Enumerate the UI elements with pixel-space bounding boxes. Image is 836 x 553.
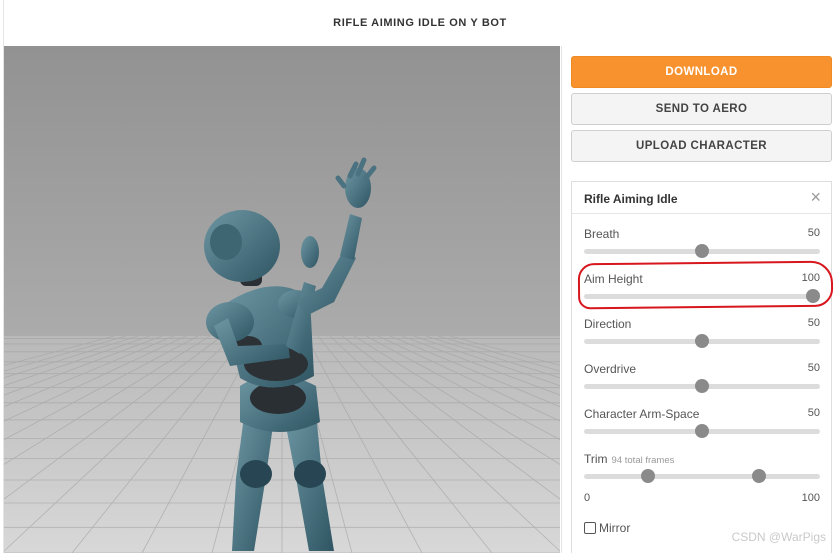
header-bar: RIFLE AIMING IDLE ON Y BOT (4, 0, 836, 46)
param-label: Direction (584, 317, 632, 331)
trim-total-frames: 94 total frames (611, 455, 675, 466)
3d-viewport[interactable] (4, 46, 560, 553)
param-value: 50 (807, 227, 820, 239)
send-to-aero-button[interactable]: SEND TO AERO (571, 93, 832, 125)
trim-track[interactable] (584, 474, 820, 479)
trim-label: Trim 94 total frames (584, 452, 674, 466)
param-direction: Direction 50 (584, 317, 820, 357)
param-label: Overdrive (584, 362, 637, 376)
page-title: RIFLE AIMING IDLE ON Y BOT (333, 17, 507, 29)
param-value: 50 (807, 317, 820, 329)
param-breath: Breath 50 (584, 227, 820, 267)
param-label: Aim Height (584, 272, 643, 286)
download-button[interactable]: DOWNLOAD (571, 56, 832, 88)
character-preview[interactable] (4, 46, 560, 553)
card-header: Rifle Aiming Idle × (572, 182, 831, 214)
slider-thumb[interactable] (695, 244, 709, 258)
trim-min-value: 0 (584, 492, 591, 504)
animation-settings-card: Rifle Aiming Idle × Breath 50 Aim Height… (571, 181, 832, 553)
slider-thumb[interactable] (695, 424, 709, 438)
mirror-label: Mirror (599, 521, 631, 535)
param-label: Breath (584, 227, 620, 241)
param-overdrive: Overdrive 50 (584, 362, 820, 402)
app-window: RIFLE AIMING IDLE ON Y BOT DOWNLOAD SEND… (0, 0, 836, 553)
slider-thumb[interactable] (695, 334, 709, 348)
trim-end-handle[interactable] (751, 469, 766, 483)
trim-title: Trim (584, 452, 608, 466)
param-character-arm-space: Character Arm-Space 50 (584, 407, 820, 447)
slider-track[interactable] (584, 294, 820, 299)
param-value: 50 (807, 362, 820, 374)
trim-start-handle[interactable] (640, 469, 655, 483)
upload-character-button[interactable]: UPLOAD CHARACTER (571, 130, 832, 162)
slider-thumb[interactable] (806, 289, 820, 303)
right-panel: DOWNLOAD SEND TO AERO UPLOAD CHARACTER R… (561, 46, 836, 553)
param-trim: Trim 94 total frames 0 100 (584, 452, 820, 512)
param-value: 50 (807, 407, 820, 419)
param-value: 100 (801, 272, 820, 284)
animation-title: Rifle Aiming Idle (584, 192, 678, 206)
trim-max-value: 100 (801, 492, 820, 504)
param-label: Character Arm-Space (584, 407, 700, 421)
slider-thumb[interactable] (695, 379, 709, 393)
close-icon[interactable]: × (810, 188, 821, 206)
param-aim-height: Aim Height 100 (584, 272, 820, 312)
watermark: CSDN @WarPigs (731, 530, 826, 544)
mirror-option[interactable]: Mirror (584, 521, 630, 535)
mirror-checkbox[interactable] (584, 522, 596, 534)
